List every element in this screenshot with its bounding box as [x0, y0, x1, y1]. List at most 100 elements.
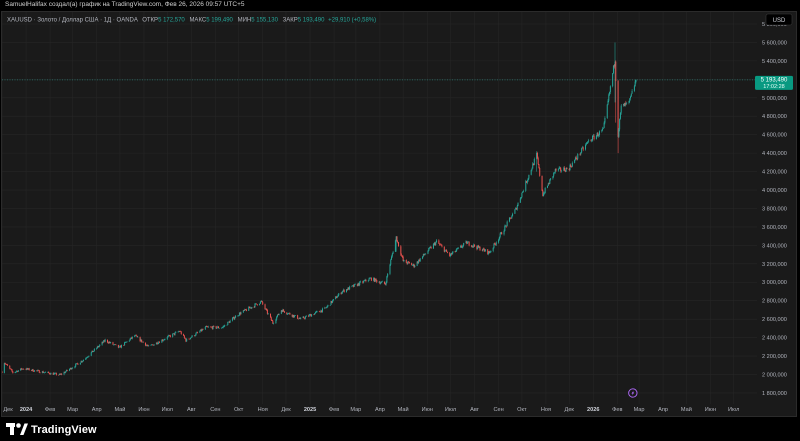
candle[interactable]	[582, 146, 584, 152]
candle[interactable]	[580, 152, 582, 156]
candle[interactable]	[115, 344, 117, 346]
candle[interactable]	[229, 319, 231, 323]
candle[interactable]	[308, 313, 310, 317]
candle[interactable]	[191, 335, 193, 338]
candle[interactable]	[411, 262, 413, 266]
candle[interactable]	[626, 102, 628, 105]
candle[interactable]	[533, 157, 535, 166]
candle[interactable]	[425, 253, 427, 255]
candle[interactable]	[501, 231, 503, 235]
candle[interactable]	[474, 244, 476, 248]
candle[interactable]	[606, 104, 608, 119]
candle[interactable]	[175, 331, 177, 333]
candle[interactable]	[593, 134, 595, 141]
candle[interactable]	[441, 244, 443, 248]
candle[interactable]	[512, 212, 514, 217]
candle[interactable]	[184, 337, 186, 340]
candle[interactable]	[546, 185, 548, 189]
candle[interactable]	[259, 301, 261, 305]
candle[interactable]	[216, 327, 218, 329]
candle[interactable]	[166, 336, 168, 341]
price-chart[interactable]: 1 800,000 2 000,000 2 200,000 2 400,000 2 60…	[1, 12, 796, 416]
candle[interactable]	[251, 306, 253, 310]
candle[interactable]	[430, 246, 432, 249]
candle[interactable]	[316, 310, 318, 313]
candle[interactable]	[419, 257, 421, 262]
candle[interactable]	[462, 244, 464, 249]
candle[interactable]	[532, 162, 534, 169]
candle[interactable]	[12, 371, 14, 374]
chart-panel[interactable]: 1 800,000 2 000,000 2 200,000 2 400,000 2 60…	[1, 11, 797, 417]
candle[interactable]	[400, 245, 402, 256]
candle[interactable]	[569, 163, 571, 171]
candle[interactable]	[370, 277, 372, 282]
candle[interactable]	[28, 367, 30, 371]
candle[interactable]	[90, 351, 92, 357]
candle[interactable]	[530, 169, 532, 176]
candle[interactable]	[142, 341, 144, 343]
candle[interactable]	[289, 312, 291, 315]
candle[interactable]	[547, 182, 549, 187]
candle[interactable]	[479, 246, 481, 251]
candle[interactable]	[44, 371, 46, 373]
candle[interactable]	[619, 112, 621, 120]
candle[interactable]	[240, 311, 242, 315]
candle[interactable]	[343, 289, 345, 293]
candle[interactable]	[617, 79, 619, 154]
candle[interactable]	[197, 331, 199, 334]
candle[interactable]	[386, 275, 388, 284]
candle[interactable]	[202, 328, 204, 330]
candle[interactable]	[256, 303, 258, 305]
candle[interactable]	[145, 342, 147, 347]
candle[interactable]	[376, 279, 378, 284]
candle[interactable]	[117, 344, 119, 349]
candle[interactable]	[506, 220, 508, 227]
candle[interactable]	[172, 333, 174, 338]
candle[interactable]	[38, 370, 40, 373]
candle[interactable]	[405, 259, 407, 263]
candle[interactable]	[169, 334, 171, 338]
candle[interactable]	[544, 187, 546, 194]
candle[interactable]	[581, 147, 583, 154]
candle[interactable]	[314, 313, 316, 315]
candle[interactable]	[574, 159, 576, 164]
candle[interactable]	[112, 341, 114, 345]
candle[interactable]	[256, 304, 258, 306]
candle[interactable]	[283, 311, 285, 314]
candle[interactable]	[571, 161, 573, 168]
candle[interactable]	[269, 313, 271, 318]
candle[interactable]	[504, 224, 506, 232]
candle[interactable]	[303, 316, 305, 319]
candle[interactable]	[50, 372, 52, 375]
candle[interactable]	[48, 371, 50, 374]
candle[interactable]	[564, 166, 566, 172]
time-axis[interactable]: Дек 2024 Фев Мар Апр Май Июн Июл Авг Сен Окт Ноя Дек…	[3, 406, 739, 413]
candle[interactable]	[615, 60, 617, 123]
candle[interactable]	[61, 373, 63, 376]
candle[interactable]	[213, 325, 215, 327]
candle[interactable]	[305, 315, 307, 317]
candle[interactable]	[329, 304, 331, 306]
candle[interactable]	[159, 341, 161, 343]
candle[interactable]	[538, 163, 540, 169]
candle[interactable]	[365, 279, 367, 283]
candle[interactable]	[297, 314, 299, 320]
candle[interactable]	[6, 363, 8, 366]
candle[interactable]	[294, 315, 296, 316]
candle[interactable]	[17, 370, 19, 372]
candle[interactable]	[428, 247, 430, 252]
candle[interactable]	[139, 336, 141, 343]
candle[interactable]	[558, 166, 560, 170]
candle[interactable]	[446, 249, 448, 252]
candle[interactable]	[612, 73, 614, 88]
candle[interactable]	[321, 307, 323, 313]
candle[interactable]	[438, 239, 440, 245]
candle[interactable]	[125, 341, 127, 343]
candle[interactable]	[392, 250, 394, 255]
candle[interactable]	[262, 301, 264, 305]
candle[interactable]	[104, 338, 106, 343]
candle[interactable]	[541, 175, 543, 192]
candle[interactable]	[131, 336, 133, 340]
candle[interactable]	[422, 256, 424, 260]
currency-button[interactable]: USD	[765, 13, 793, 26]
